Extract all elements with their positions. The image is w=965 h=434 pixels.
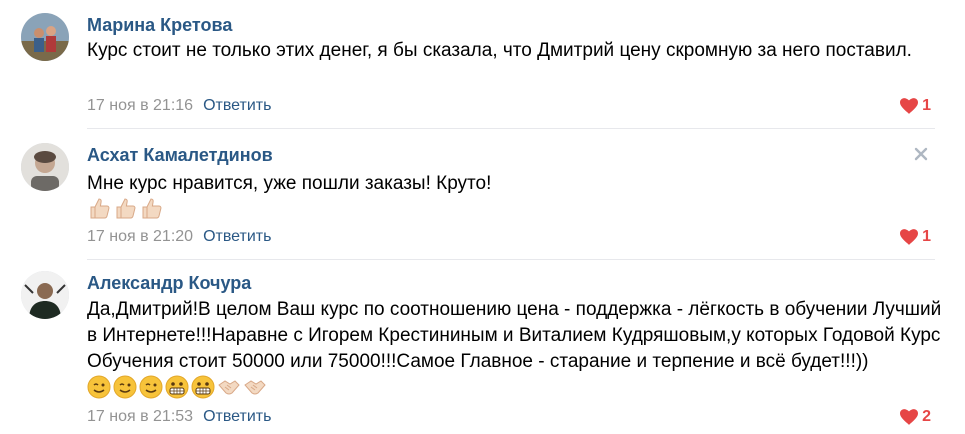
comment-author[interactable]: Марина Кретова xyxy=(87,15,232,36)
reply-button[interactable]: Ответить xyxy=(203,97,271,114)
winking-face-icon xyxy=(139,375,163,399)
emoji-row xyxy=(87,375,267,399)
comment-meta: 17 ноя в 21:53 Ответить xyxy=(87,408,271,426)
thumbs-up-icon xyxy=(142,198,162,219)
close-icon[interactable] xyxy=(913,146,929,162)
comment-author[interactable]: Асхат Камалетдинов xyxy=(87,145,273,166)
comment-date[interactable]: 17 ноя в 21:53 xyxy=(87,408,193,425)
comment-date[interactable]: 17 ноя в 21:16 xyxy=(87,97,193,114)
reply-button[interactable]: Ответить xyxy=(203,408,271,425)
divider xyxy=(87,128,935,129)
comment-text: Мне курс нравится, уже пошли заказы! Кру… xyxy=(87,173,492,194)
grimacing-face-icon xyxy=(165,375,189,399)
thumbs-up-icon xyxy=(90,198,110,219)
thumbs-up-icon xyxy=(116,198,136,219)
winking-face-icon xyxy=(113,375,137,399)
avatar-photo-icon xyxy=(21,271,69,319)
winking-face-icon xyxy=(87,375,111,399)
emoji-row xyxy=(87,196,163,220)
comment-meta: 17 ноя в 21:20 Ответить xyxy=(87,228,271,246)
heart-icon xyxy=(900,98,919,114)
like-button[interactable]: 1 xyxy=(900,97,931,115)
handshake-icon xyxy=(244,380,266,395)
comment-date[interactable]: 17 ноя в 21:20 xyxy=(87,228,193,245)
grimacing-face-icon xyxy=(191,375,215,399)
avatar[interactable] xyxy=(21,271,69,319)
like-count: 1 xyxy=(922,228,931,245)
divider xyxy=(87,259,935,260)
comment-author[interactable]: Александр Кочура xyxy=(87,273,251,294)
heart-icon xyxy=(900,229,919,245)
avatar[interactable] xyxy=(21,13,69,61)
like-count: 1 xyxy=(922,97,931,114)
comment-meta: 17 ноя в 21:16 Ответить xyxy=(87,97,271,115)
avatar-photo-icon xyxy=(21,143,69,191)
comment-text: Курс стоит не только этих денег, я бы ск… xyxy=(87,40,912,61)
avatar[interactable] xyxy=(21,143,69,191)
like-button[interactable]: 1 xyxy=(900,228,931,246)
like-count: 2 xyxy=(922,408,931,425)
like-button[interactable]: 2 xyxy=(900,408,931,426)
reply-button[interactable]: Ответить xyxy=(203,228,271,245)
comment-text: Да,Дмитрий!В целом Ваш курс по соотношен… xyxy=(87,297,947,402)
heart-icon xyxy=(900,409,919,425)
comment-text-body: Да,Дмитрий!В целом Ваш курс по соотношен… xyxy=(87,299,942,372)
avatar-photo-icon xyxy=(21,13,69,61)
handshake-icon xyxy=(218,380,240,395)
